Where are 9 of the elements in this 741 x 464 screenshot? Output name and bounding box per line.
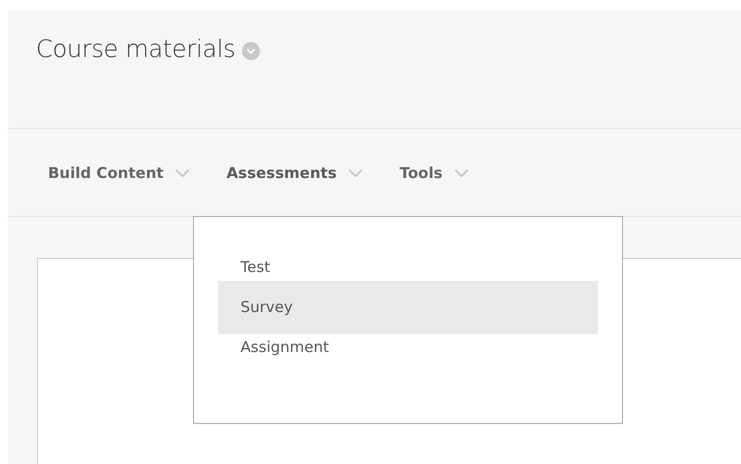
chevron-down-icon — [346, 168, 364, 178]
toolbar-menu-button[interactable]: Tools — [400, 164, 470, 182]
toolbar-menu-button[interactable]: Assessments — [226, 164, 364, 182]
toolbar-menu-button[interactable]: Build Content — [48, 164, 191, 182]
page-title: Course materials — [36, 35, 236, 63]
chevron-down-icon — [452, 168, 470, 178]
menu-item[interactable]: Survey — [218, 281, 598, 334]
chevron-down-icon — [174, 168, 191, 178]
chevron-down-icon[interactable] — [242, 42, 260, 60]
